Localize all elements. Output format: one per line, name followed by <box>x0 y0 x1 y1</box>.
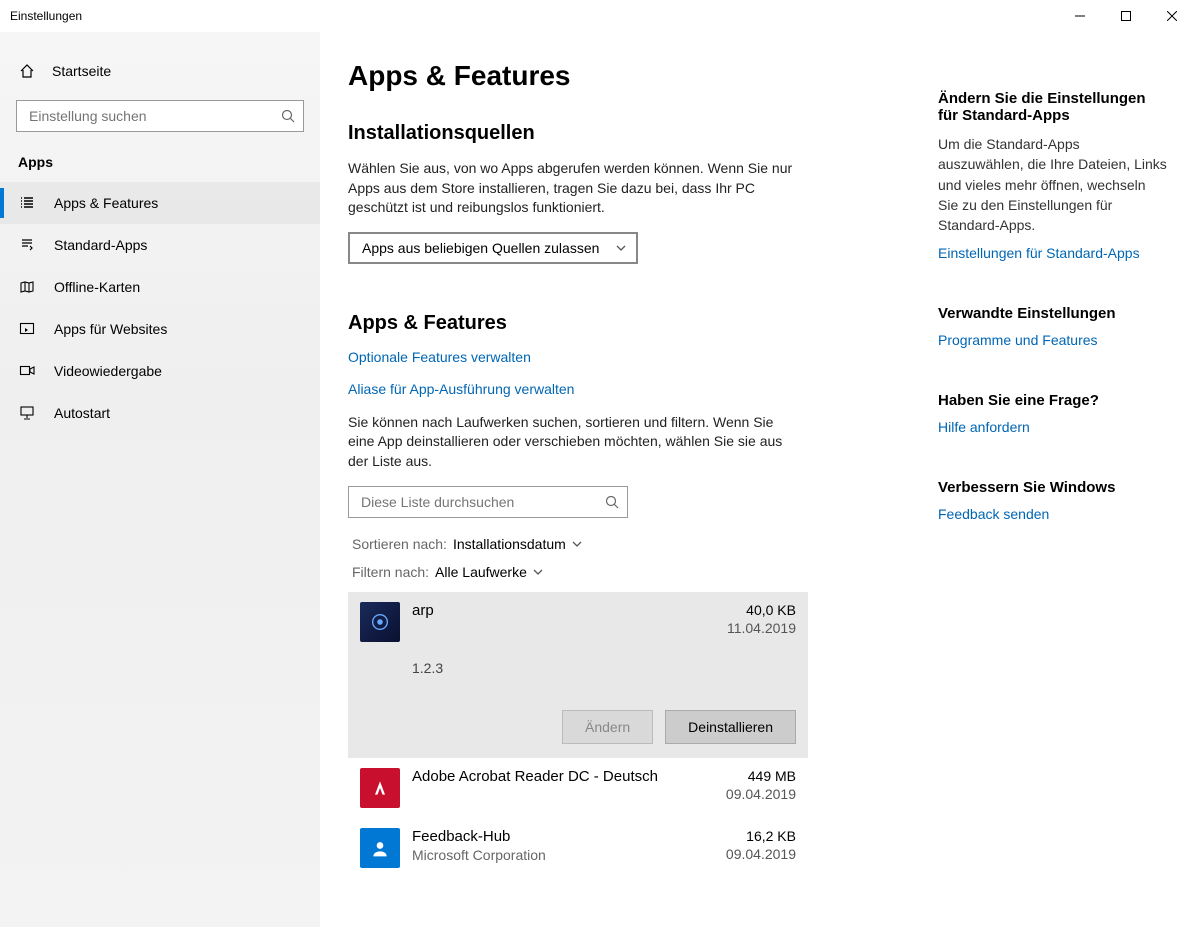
rp-improve-link[interactable]: Feedback senden <box>938 506 1168 522</box>
app-list-search[interactable] <box>348 486 628 518</box>
window-title: Einstellungen <box>10 9 82 23</box>
map-icon <box>18 278 36 296</box>
sources-text: Wählen Sie aus, von wo Apps abgerufen we… <box>348 159 798 218</box>
optional-features-link[interactable]: Optionale Features verwalten <box>348 349 908 365</box>
sidebar-item-label: Apps & Features <box>54 195 158 211</box>
rp-defaults-link[interactable]: Einstellungen für Standard-Apps <box>938 245 1168 261</box>
sidebar-item-apps-features[interactable]: Apps & Features <box>0 182 320 224</box>
defaults-icon <box>18 236 36 254</box>
search-icon <box>281 109 295 123</box>
sidebar-item-apps-websites[interactable]: Apps für Websites <box>0 308 320 350</box>
startup-icon <box>18 404 36 422</box>
sidebar-item-video[interactable]: Videowiedergabe <box>0 350 320 392</box>
sources-dropdown[interactable]: Apps aus beliebigen Quellen zulassen <box>348 232 638 264</box>
sidebar-home[interactable]: Startseite <box>0 52 320 90</box>
rp-improve-title: Verbessern Sie Windows <box>938 479 1168 496</box>
sidebar-item-label: Apps für Websites <box>54 321 167 337</box>
video-icon <box>18 362 36 380</box>
sidebar-item-label: Autostart <box>54 405 110 421</box>
sidebar-item-label: Standard-Apps <box>54 237 147 253</box>
app-date: 09.04.2019 <box>726 786 796 802</box>
minimize-button[interactable] <box>1057 0 1103 32</box>
rp-question-title: Haben Sie eine Frage? <box>938 392 1168 409</box>
sidebar-item-label: Offline-Karten <box>54 279 140 295</box>
maximize-icon <box>1121 11 1131 21</box>
close-button[interactable] <box>1149 0 1195 32</box>
app-name: arp <box>412 602 434 619</box>
website-icon <box>18 320 36 338</box>
app-version: 1.2.3 <box>412 660 796 676</box>
sort-label: Sortieren nach: <box>352 536 447 552</box>
rp-defaults-text: Um die Standard-Apps auszuwählen, die Ih… <box>938 134 1168 235</box>
app-name: Feedback-Hub <box>412 828 546 845</box>
sources-dropdown-value: Apps aus beliebigen Quellen zulassen <box>362 240 599 256</box>
sidebar-item-startup[interactable]: Autostart <box>0 392 320 434</box>
page-title: Apps & Features <box>348 60 908 92</box>
minimize-icon <box>1075 11 1085 21</box>
list-icon <box>18 194 36 212</box>
rp-related-link[interactable]: Programme und Features <box>938 332 1168 348</box>
right-panel: Ändern Sie die Einstellungen für Standar… <box>908 60 1175 927</box>
modify-button[interactable]: Ändern <box>562 710 653 744</box>
settings-search[interactable] <box>16 100 304 132</box>
app-size: 16,2 KB <box>726 828 796 844</box>
chevron-down-icon <box>572 539 582 549</box>
close-icon <box>1167 11 1177 21</box>
app-item[interactable]: Adobe Acrobat Reader DC - Deutsch 449 MB… <box>348 758 808 818</box>
alias-link[interactable]: Aliase für App-Ausführung verwalten <box>348 381 908 397</box>
filter-control[interactable]: Filtern nach: Alle Laufwerke <box>352 564 908 580</box>
sources-heading: Installationsquellen <box>348 122 908 145</box>
chevron-down-icon <box>616 240 626 256</box>
app-icon <box>360 768 400 808</box>
chevron-down-icon <box>533 567 543 577</box>
sidebar-item-offline-maps[interactable]: Offline-Karten <box>0 266 320 308</box>
sort-value[interactable]: Installationsdatum <box>453 536 582 552</box>
app-date: 11.04.2019 <box>727 620 796 636</box>
app-date: 09.04.2019 <box>726 846 796 862</box>
app-list-search-input[interactable] <box>349 487 627 517</box>
apps-features-text: Sie können nach Laufwerken suchen, sorti… <box>348 413 798 472</box>
rp-related-title: Verwandte Einstellungen <box>938 305 1168 322</box>
app-size: 40,0 KB <box>727 602 796 618</box>
filter-value[interactable]: Alle Laufwerke <box>435 564 543 580</box>
app-icon <box>360 602 400 642</box>
app-name: Adobe Acrobat Reader DC - Deutsch <box>412 768 658 785</box>
uninstall-button[interactable]: Deinstallieren <box>665 710 796 744</box>
sidebar: Startseite Apps Apps & Features <box>0 32 320 927</box>
app-publisher: Microsoft Corporation <box>412 847 546 863</box>
rp-defaults-title: Ändern Sie die Einstellungen für Standar… <box>938 90 1168 124</box>
home-icon <box>18 62 36 80</box>
titlebar: Einstellungen <box>0 0 1195 32</box>
settings-search-input[interactable] <box>17 101 303 131</box>
filter-label: Filtern nach: <box>352 564 429 580</box>
rp-question-link[interactable]: Hilfe anfordern <box>938 419 1168 435</box>
app-list: arp 40,0 KB 11.04.2019 1.2.3 Ändern <box>348 592 808 878</box>
sidebar-item-label: Videowiedergabe <box>54 363 162 379</box>
sidebar-item-default-apps[interactable]: Standard-Apps <box>0 224 320 266</box>
app-item[interactable]: Feedback-Hub Microsoft Corporation 16,2 … <box>348 818 808 878</box>
sidebar-heading: Apps <box>0 146 320 182</box>
window-controls <box>1057 0 1195 32</box>
app-item-selected[interactable]: arp 40,0 KB 11.04.2019 1.2.3 Ändern <box>348 592 808 758</box>
maximize-button[interactable] <box>1103 0 1149 32</box>
apps-features-heading: Apps & Features <box>348 312 908 335</box>
app-size: 449 MB <box>726 768 796 784</box>
search-icon <box>605 495 619 509</box>
sort-control[interactable]: Sortieren nach: Installationsdatum <box>352 536 908 552</box>
app-icon <box>360 828 400 868</box>
sidebar-home-label: Startseite <box>52 63 111 79</box>
